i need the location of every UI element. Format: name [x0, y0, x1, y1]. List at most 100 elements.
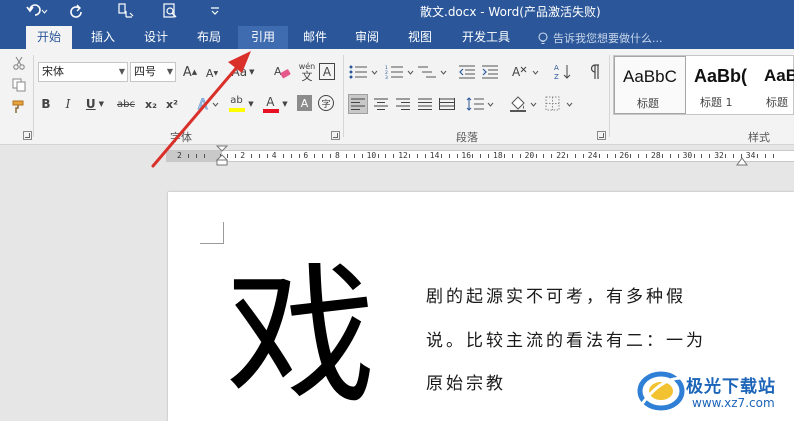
align-center-button[interactable]: [371, 94, 391, 114]
ruler-tick: [764, 154, 766, 158]
touch-mode-button[interactable]: [114, 2, 138, 20]
tell-me-box[interactable]: 告诉我您想要做什么...: [538, 30, 663, 46]
ruler-tick: [551, 154, 553, 158]
phonetic-guide-button[interactable]: wén 文: [297, 61, 317, 83]
redo-button[interactable]: [66, 2, 86, 20]
multilevel-list-icon: [418, 66, 447, 78]
horizontal-ruler[interactable]: 2 2 4 6 8 10 12 14 16 18 20 22 24 26 28 30 32 34: [166, 150, 794, 162]
eraser-icon: A: [274, 65, 291, 79]
outdent-icon: [459, 65, 475, 79]
ruler-tick: [377, 154, 379, 158]
undo-button[interactable]: [22, 2, 52, 20]
font-launcher[interactable]: [331, 131, 340, 140]
character-shading-button[interactable]: A: [297, 95, 312, 111]
tab-insert[interactable]: 插入: [80, 26, 126, 49]
ruler-number: 30: [682, 151, 693, 160]
highlight-color-button[interactable]: ab ▼: [226, 94, 256, 114]
shading-button[interactable]: [509, 94, 539, 114]
print-preview-button[interactable]: [160, 2, 180, 20]
font-name-combo[interactable]: 宋体 ▼: [38, 62, 128, 82]
customize-qat-button[interactable]: [208, 2, 222, 20]
ruler-tick: [440, 154, 442, 158]
shrink-font-button[interactable]: A ▼: [204, 65, 220, 81]
body-line-1[interactable]: 剧的起源实不可考，有多种假: [426, 282, 686, 307]
pilcrow-icon: [590, 64, 599, 79]
style-item-heading-1[interactable]: AaBb( 标题 1: [686, 56, 758, 114]
sort-icon: A Z: [554, 64, 571, 81]
font-size-combo[interactable]: 四号 ▼: [130, 62, 176, 82]
ruler-number: 16: [461, 151, 472, 160]
ruler-tick: [519, 154, 521, 158]
decrease-indent-button[interactable]: [457, 63, 477, 81]
tab-layout[interactable]: 布局: [186, 26, 232, 49]
format-painter-button[interactable]: [10, 99, 28, 115]
indent-marker-icon[interactable]: [214, 145, 230, 167]
chinese-layout-button[interactable]: A: [511, 63, 541, 81]
word-window: 散文.docx - Word(产品激活失败) 开始 插入 设计 布局 引用 邮件…: [0, 0, 794, 421]
underline-button[interactable]: U ▼: [82, 95, 108, 113]
chevron-down-icon: ▼: [118, 67, 125, 76]
svg-text:A: A: [274, 65, 282, 78]
ruler-tick: [511, 154, 513, 158]
character-border-label: A: [322, 64, 332, 79]
show-formatting-button[interactable]: [584, 62, 604, 82]
separator: [609, 55, 610, 137]
text-effects-button[interactable]: A: [194, 95, 222, 113]
clear-formatting-button[interactable]: A: [272, 63, 292, 81]
cut-button[interactable]: [10, 55, 28, 71]
line-spacing-button[interactable]: [466, 94, 496, 114]
numbering-button[interactable]: 123: [384, 63, 416, 81]
style-name: 标题 1: [700, 96, 733, 109]
ruler-tick: [187, 154, 189, 158]
character-border-button[interactable]: A: [319, 63, 335, 80]
font-color-button[interactable]: A ▼: [260, 94, 290, 114]
change-case-button[interactable]: Aa ▼: [228, 63, 258, 81]
tab-references[interactable]: 引用: [238, 26, 288, 49]
separator: [343, 55, 344, 137]
right-indent-marker-icon[interactable]: [735, 156, 749, 166]
paragraph-launcher[interactable]: [597, 131, 606, 140]
borders-button[interactable]: [545, 94, 575, 114]
style-item-title[interactable]: AaBb 标题: [758, 56, 794, 114]
strikethrough-button[interactable]: abc: [114, 95, 138, 113]
italic-button[interactable]: I: [60, 95, 76, 113]
bullets-button[interactable]: [348, 63, 380, 81]
ruler-number: 26: [619, 151, 630, 160]
distributed-button[interactable]: [437, 94, 457, 114]
enclose-characters-button[interactable]: 字: [318, 95, 334, 111]
multilevel-list-button[interactable]: [418, 63, 448, 81]
ruler-tick: [503, 154, 505, 158]
superscript-button[interactable]: x²: [163, 95, 181, 113]
chinese-layout-icon: A: [512, 65, 539, 79]
tab-design[interactable]: 设计: [133, 26, 179, 49]
copy-button[interactable]: [10, 77, 28, 93]
style-item-normal[interactable]: AaBbC 标题: [614, 56, 686, 114]
tab-view[interactable]: 视图: [397, 26, 443, 49]
ruler-tick: [472, 154, 474, 158]
file-tab[interactable]: [0, 26, 12, 49]
increase-indent-button[interactable]: [480, 63, 500, 81]
body-line-2[interactable]: 说。比较主流的看法有二：一为: [426, 326, 706, 351]
sort-button[interactable]: A Z: [553, 62, 573, 82]
align-left-button[interactable]: [348, 94, 368, 114]
bold-button[interactable]: B: [38, 95, 54, 113]
title-bar: 散文.docx - Word(产品激活失败): [0, 0, 794, 22]
margin-corner-mark: [200, 222, 224, 244]
drop-cap[interactable]: 戏: [226, 262, 376, 412]
tab-review[interactable]: 审阅: [344, 26, 390, 49]
shrink-font-label: A: [205, 66, 214, 80]
body-line-3[interactable]: 原始宗教: [426, 369, 506, 394]
ruler-tick: [290, 154, 292, 158]
tab-developer[interactable]: 开发工具: [452, 26, 520, 49]
undo-icon: [26, 4, 48, 16]
ruler-tick: [598, 154, 600, 158]
clipboard-launcher[interactable]: [23, 131, 32, 140]
grow-font-button[interactable]: A ▲: [182, 63, 198, 81]
subscript-button[interactable]: x₂: [142, 95, 160, 113]
tab-mailings[interactable]: 邮件: [292, 26, 338, 49]
style-preview: AaBbC: [623, 67, 677, 86]
align-right-button[interactable]: [393, 94, 413, 114]
tab-home[interactable]: 开始: [26, 26, 72, 49]
justify-button[interactable]: [415, 94, 435, 114]
file-tab-edge[interactable]: [0, 2, 14, 20]
